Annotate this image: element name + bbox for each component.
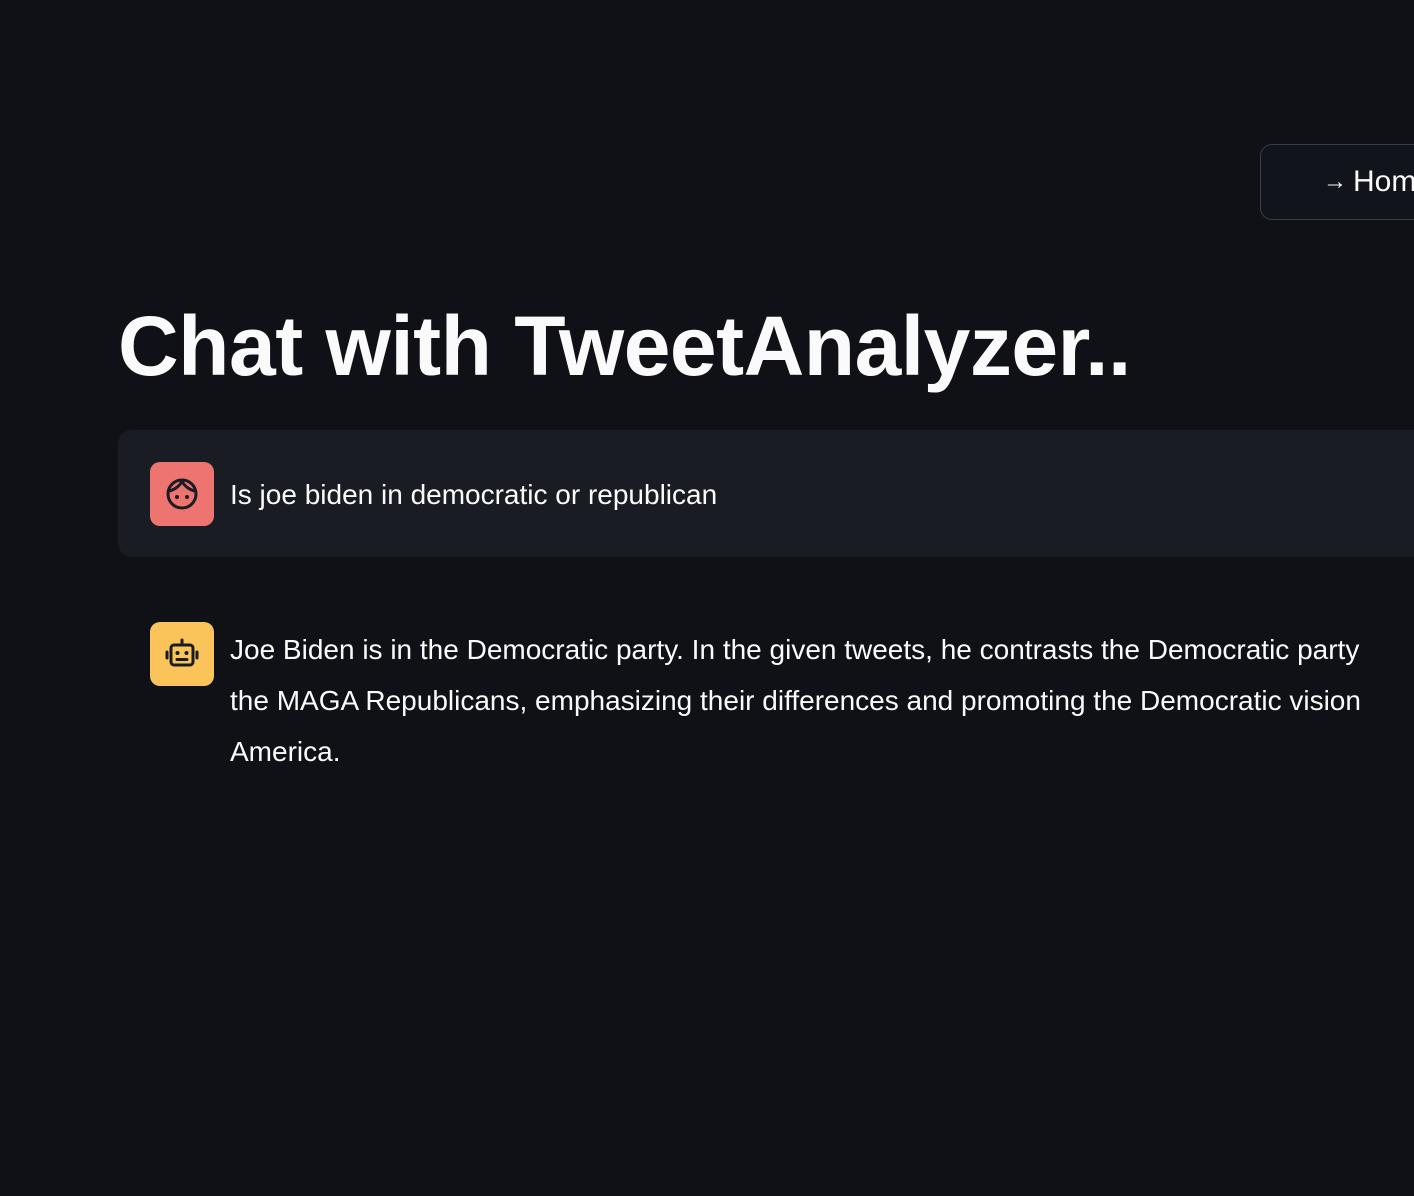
assistant-message-text: Joe Biden is in the Democratic party. In… [230, 624, 1361, 777]
robot-icon [165, 638, 199, 667]
user-message-text: Is joe biden in democratic or republican [230, 479, 718, 510]
home-button-label: Home [1353, 165, 1414, 198]
assistant-message-line: Joe Biden is in the Democratic party. In… [230, 634, 1360, 665]
home-button[interactable]: → Home [1260, 144, 1414, 220]
user-chat-message: Is joe biden in democratic or republican [118, 430, 1414, 557]
user-face-icon [166, 478, 198, 510]
assistant-avatar [150, 622, 214, 686]
assistant-message-line: the MAGA Republicans, emphasizing their … [230, 685, 1361, 716]
user-avatar [150, 462, 214, 526]
arrow-right-icon: → [1323, 168, 1347, 195]
assistant-message-line: America. [230, 736, 341, 767]
page-title: Chat with TweetAnalyzer.. [118, 299, 1131, 393]
app-page: → Home Chat with TweetAnalyzer.. Is joe … [0, 0, 1414, 1196]
